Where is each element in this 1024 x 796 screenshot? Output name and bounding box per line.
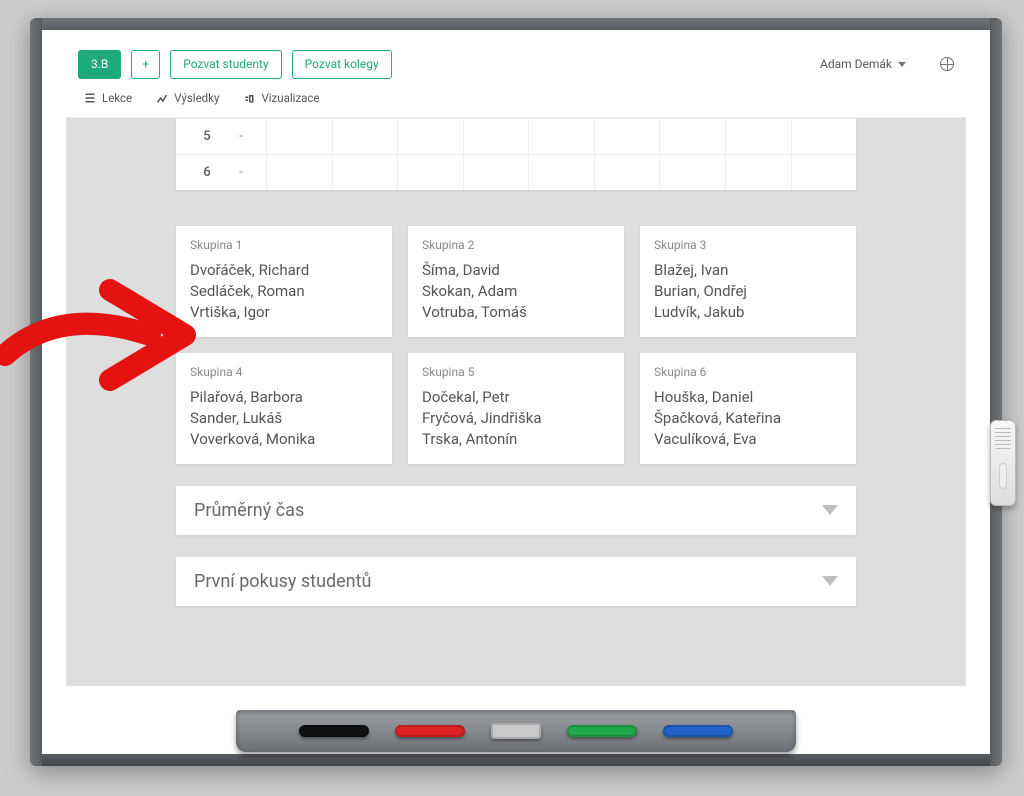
- member-name: Burian, Ondřej: [654, 281, 842, 302]
- chevron-down-icon: [822, 505, 838, 515]
- tab-visualize[interactable]: Vizualizace: [241, 87, 321, 109]
- pen-red: [395, 725, 465, 737]
- panel-average-time[interactable]: Průměrný čas: [176, 486, 856, 535]
- group-members: Blažej, IvanBurian, OndřejLudvík, Jakub: [654, 260, 842, 323]
- member-name: Ludvík, Jakub: [654, 302, 842, 323]
- invite-colleagues-button[interactable]: Pozvat kolegy: [292, 50, 392, 79]
- tab-results-label: Výsledky: [174, 91, 219, 105]
- chevron-down-icon: [822, 576, 838, 586]
- group-title: Skupina 6: [654, 365, 842, 379]
- caret-down-icon: [898, 62, 906, 67]
- invite-students-button[interactable]: Pozvat studenty: [170, 50, 281, 79]
- member-name: Blažej, Ivan: [654, 260, 842, 281]
- group-title: Skupina 3: [654, 238, 842, 252]
- group-title: Skupina 1: [190, 238, 378, 252]
- panel-title: První pokusy studentů: [194, 571, 822, 592]
- whiteboard-frame: 3.B + Pozvat studenty Pozvat kolegy Adam…: [30, 18, 1002, 766]
- group-members: Pilařová, BarboraSander, LukášVoverková,…: [190, 387, 378, 450]
- group-members: Dočekal, PetrFryčová, JindřiškaTrska, An…: [422, 387, 610, 450]
- invite-students-label: Pozvat studenty: [183, 56, 268, 73]
- visualize-icon: [243, 92, 255, 104]
- member-name: Votruba, Tomáš: [422, 302, 610, 323]
- row-value: -: [216, 129, 266, 144]
- group-card[interactable]: Skupina 3 Blažej, IvanBurian, OndřejLudví…: [640, 226, 856, 337]
- add-class-button[interactable]: +: [131, 50, 160, 79]
- tab-results[interactable]: Výsledky: [154, 87, 221, 109]
- group-card[interactable]: Skupina 6 Houška, DanielŠpačková, Kateřin…: [640, 353, 856, 464]
- pen-blue: [663, 725, 733, 737]
- class-label: 3.B: [91, 56, 108, 73]
- member-name: Dvořáček, Richard: [190, 260, 378, 281]
- member-name: Šíma, David: [422, 260, 610, 281]
- plus-icon: +: [142, 56, 149, 73]
- member-name: Sander, Lukáš: [190, 408, 378, 429]
- group-members: Houška, DanielŠpačková, KateřinaVaculíko…: [654, 387, 842, 450]
- row-empty-cells: [266, 119, 856, 154]
- tab-visualize-label: Vizualizace: [261, 91, 319, 105]
- row-number: 5: [176, 129, 216, 144]
- row-number: 6: [176, 165, 216, 180]
- user-name: Adam Demák: [820, 57, 892, 71]
- member-name: Dočekal, Petr: [422, 387, 610, 408]
- class-selector-button[interactable]: 3.B: [78, 50, 121, 79]
- member-name: Trska, Antonín: [422, 429, 610, 450]
- group-card[interactable]: Skupina 2 Šíma, DavidSkokan, AdamVotruba,…: [408, 226, 624, 337]
- group-card[interactable]: Skupina 5 Dočekal, PetrFryčová, Jindřiška…: [408, 353, 624, 464]
- group-card[interactable]: Skupina 4 Pilařová, BarboraSander, LukášV…: [176, 353, 392, 464]
- results-table-fragment: 5 - 6 -: [176, 118, 856, 190]
- group-members: Dvořáček, RichardSedláček, RomanVrtiška,…: [190, 260, 378, 323]
- list-icon: [84, 92, 96, 104]
- chart-icon: [156, 92, 168, 104]
- member-name: Vaculíková, Eva: [654, 429, 842, 450]
- nav-tabs: Lekce Výsledky Vizualizace: [78, 79, 954, 117]
- eraser: [491, 723, 541, 739]
- member-name: Skokan, Adam: [422, 281, 610, 302]
- group-title: Skupina 2: [422, 238, 610, 252]
- content-area: 5 - 6 - Skupina 1Dvořáček, RichardSe: [66, 118, 966, 636]
- tab-lessons[interactable]: Lekce: [82, 87, 134, 109]
- whiteboard-pen-tray: [236, 710, 796, 752]
- user-menu[interactable]: Adam Demák: [820, 57, 906, 71]
- group-members: Šíma, DavidSkokan, AdamVotruba, Tomáš: [422, 260, 610, 323]
- pen-green: [567, 725, 637, 737]
- group-title: Skupina 5: [422, 365, 610, 379]
- member-name: Špačková, Kateřina: [654, 408, 842, 429]
- member-name: Houška, Daniel: [654, 387, 842, 408]
- member-name: Sedláček, Roman: [190, 281, 378, 302]
- tab-lessons-label: Lekce: [102, 91, 132, 105]
- globe-icon[interactable]: [940, 57, 954, 71]
- row-empty-cells: [266, 155, 856, 190]
- group-card[interactable]: Skupina 1 Dvořáček, RichardSedláček, Roma…: [176, 226, 392, 337]
- whiteboard-remote: [990, 420, 1016, 506]
- member-name: Fryčová, Jindřiška: [422, 408, 610, 429]
- group-title: Skupina 4: [190, 365, 378, 379]
- member-name: Pilařová, Barbora: [190, 387, 378, 408]
- member-name: Vrtiška, Igor: [190, 302, 378, 323]
- table-row: 5 -: [176, 118, 856, 154]
- pen-black: [299, 725, 369, 737]
- groups-grid: Skupina 1 Dvořáček, RichardSedláček, Roma…: [176, 226, 856, 464]
- panel-first-attempts[interactable]: První pokusy studentů: [176, 557, 856, 606]
- invite-colleagues-label: Pozvat kolegy: [305, 56, 379, 73]
- app-screen: 3.B + Pozvat studenty Pozvat kolegy Adam…: [66, 40, 966, 686]
- table-row: 6 -: [176, 154, 856, 190]
- row-value: -: [216, 165, 266, 180]
- panel-title: Průměrný čas: [194, 500, 822, 521]
- topbar: 3.B + Pozvat studenty Pozvat kolegy Adam…: [66, 40, 966, 118]
- member-name: Voverková, Monika: [190, 429, 378, 450]
